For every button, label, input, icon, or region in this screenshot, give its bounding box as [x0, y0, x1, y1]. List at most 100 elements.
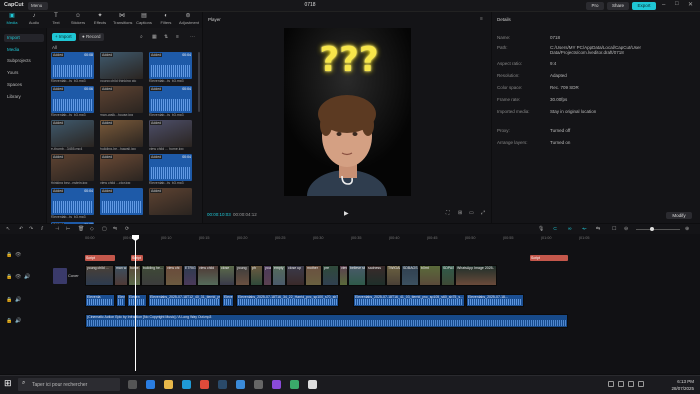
caption-icon[interactable]: ☐	[612, 226, 616, 232]
photos-icon[interactable]	[236, 380, 245, 389]
zoom-out-icon[interactable]: ⊖	[624, 226, 628, 232]
track-visibility-icon[interactable]: 👁	[15, 252, 21, 258]
task-view-icon[interactable]	[128, 380, 137, 389]
video-clip[interactable]: empty	[272, 265, 286, 286]
magnet-icon[interactable]: ⊂	[553, 226, 557, 232]
media-item[interactable]: Added	[100, 188, 143, 218]
taskbar-search-box[interactable]: ⌕ Taper ici pour rechercher	[18, 378, 120, 391]
video-clip[interactable]: SDPASCS Happy Family	[441, 265, 455, 286]
filter-icon[interactable]: ≡	[176, 34, 179, 40]
link-icon[interactable]: ∞	[568, 226, 572, 232]
video-clip[interactable]: TWIGAME	[386, 265, 401, 286]
share-button[interactable]: Share	[607, 2, 629, 10]
video-clip[interactable]: view chi	[165, 265, 183, 286]
video-track-audio-icon[interactable]: 🔊	[24, 274, 30, 280]
sidebar-item-library[interactable]: Library	[4, 93, 44, 101]
media-item[interactable]: Added 00:04 Elevenlab...ts_b3.mp3	[149, 86, 192, 116]
tool-effects[interactable]: ✦ Effects	[91, 13, 109, 27]
video-clip[interactable]: mother	[305, 265, 322, 286]
chrome-icon[interactable]	[200, 380, 209, 389]
copilot-icon[interactable]	[146, 380, 155, 389]
video-clip[interactable]: man w...	[114, 265, 128, 286]
media-item[interactable]: Added 00:04 Elevenlab...ts_b3.mp3	[149, 52, 192, 82]
media-item[interactable]: Added thinking bey...nstein.jpg	[51, 154, 94, 184]
sidebar-item-subprojects[interactable]: Subprojects	[4, 57, 44, 65]
media-item[interactable]: Added	[149, 188, 192, 218]
cover-thumbnail[interactable]	[53, 268, 67, 284]
filter-all-label[interactable]: All	[52, 45, 57, 50]
grid-view-icon[interactable]: ▦	[152, 34, 157, 40]
media-item[interactable]: Added young child thinking pic	[100, 52, 143, 82]
volume-icon[interactable]	[628, 381, 634, 387]
media-item[interactable]: Added 00:08 Elevenlab...ts_b3.mp3	[51, 52, 94, 82]
video-clip[interactable]: young child ...	[85, 265, 114, 286]
media-item[interactable]: Added 00:04 Elevenlab...ts_b3.mp3	[149, 154, 192, 184]
video-track-visibility-icon[interactable]: 👁	[15, 274, 21, 280]
sidebar-item-import[interactable]: Import	[4, 34, 44, 42]
mirror-icon[interactable]: ⇋	[113, 226, 117, 232]
video-clip[interactable]: ETRIGE	[183, 265, 197, 286]
media-item[interactable]: Added building-he...hawaii.jpg	[100, 120, 143, 150]
audio-track-visibility-icon[interactable]: 🔊	[15, 297, 21, 303]
sidebar-item-yours[interactable]: Yours	[4, 69, 44, 77]
crop-icon[interactable]: ⊞	[458, 210, 462, 216]
export-button[interactable]: Export	[632, 2, 656, 10]
close-icon[interactable]: ✕	[688, 1, 693, 8]
steam-icon[interactable]	[218, 380, 227, 389]
video-clip[interactable]: sadness	[366, 265, 386, 286]
media-item[interactable]: Added view child ... home.jpg	[149, 120, 192, 150]
music-clip[interactable]: (Cinematic Action Epic by Infraction [No…	[85, 314, 568, 328]
music-track-lock-icon[interactable]: 🔒	[6, 318, 12, 324]
timeline-ruler[interactable]: 00:00 |00:05 |00:10 |00:15 |00:20 |00:25 |00:3…	[85, 235, 700, 242]
video-clip[interactable]: close	[219, 265, 235, 286]
capcut-icon[interactable]	[308, 380, 317, 389]
split-icon[interactable]: ⫽	[41, 226, 43, 232]
video-clip[interactable]: ph	[250, 265, 263, 286]
video-clip[interactable]: pre	[322, 265, 339, 286]
app-icon[interactable]	[272, 380, 281, 389]
text-clip[interactable]: Script	[131, 255, 143, 261]
maximize-icon[interactable]: □	[675, 1, 679, 7]
zoom-slider-handle[interactable]	[650, 227, 654, 231]
video-clip[interactable]: believe ste	[348, 265, 366, 286]
select-tool-icon[interactable]: ↖	[6, 226, 10, 232]
video-clip[interactable]: close up	[286, 265, 305, 286]
edge-icon[interactable]	[182, 380, 191, 389]
video-clip[interactable]: young	[235, 265, 250, 286]
audio-clip[interactable]: Eleven	[127, 294, 147, 307]
tool-audio[interactable]: ♪ Audio	[25, 13, 43, 27]
text-clip[interactable]: Script	[85, 255, 115, 261]
tool-filters[interactable]: ◐ Filters	[157, 13, 175, 27]
tool-transitions[interactable]: ⋈ Transitions	[113, 13, 132, 27]
sidebar-item-media[interactable]: Media	[4, 46, 44, 54]
split-left-icon[interactable]: ⊣	[55, 226, 59, 232]
rotate-icon[interactable]: ⟳	[125, 226, 129, 232]
audio-clip[interactable]: Elevenlabs_2025-07-18T16_34_22_Harrid_pv…	[236, 294, 339, 307]
mic-icon[interactable]: 🎙	[538, 226, 544, 232]
media-item[interactable]: Added e-thumb...3455.mp4	[51, 120, 94, 150]
freeze-icon[interactable]: ▢	[102, 226, 107, 232]
video-track-lock-icon[interactable]: 🔒	[6, 274, 12, 280]
question-marks-sticker[interactable]: ???	[314, 40, 384, 80]
tool-adjustment[interactable]: ⊜ Adjustment	[179, 13, 199, 27]
video-clip[interactable]: b0mt	[419, 265, 441, 286]
expand-icon[interactable]: ⤢	[481, 210, 485, 216]
modify-button[interactable]: Modify	[666, 212, 692, 219]
minimize-icon[interactable]: –	[662, 2, 665, 8]
media-item[interactable]: Added view child ...ctor.jpg	[100, 154, 143, 184]
sidebar-item-spaces[interactable]: Spaces	[4, 81, 44, 89]
audio-track-lock-icon[interactable]: 🔒	[6, 297, 12, 303]
tool-captions[interactable]: ▤ Captions	[135, 13, 153, 27]
video-clip[interactable]: view child	[339, 265, 348, 286]
tool-media[interactable]: ▣ Media	[3, 13, 21, 27]
cover-label[interactable]: Cover	[68, 273, 79, 278]
windows-start-icon[interactable]: ⊞	[4, 378, 12, 389]
ratio-icon[interactable]: ▭	[469, 210, 474, 216]
media-scrollbar[interactable]	[198, 52, 200, 112]
pro-button[interactable]: Pro	[586, 2, 604, 10]
play-icon[interactable]: ▶	[344, 210, 349, 217]
media-item[interactable]: Added man-walk...house.jpg	[100, 86, 143, 116]
network-icon[interactable]	[618, 381, 624, 387]
audio-clip[interactable]: Elevenlabs_2025-07-18T12_40_31_tierrid_p…	[148, 294, 221, 307]
chevron-up-icon[interactable]	[608, 381, 614, 387]
